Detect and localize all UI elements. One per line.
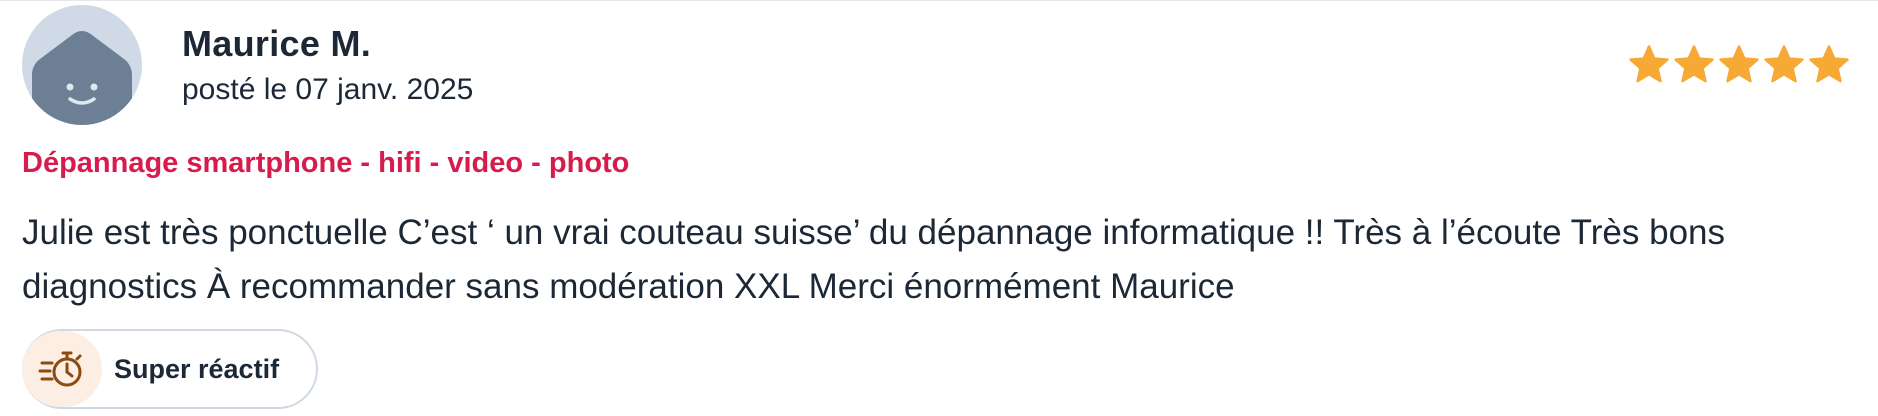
review-card: Maurice M. posté le 07 janv. 2025 Dépann… xyxy=(0,0,1878,416)
star-icon xyxy=(1718,43,1760,85)
star-icon xyxy=(1673,43,1715,85)
review-badge: Super réactif xyxy=(22,329,318,409)
post-date: posté le 07 janv. 2025 xyxy=(182,73,474,106)
avatar xyxy=(22,5,142,125)
author-name: Maurice M. xyxy=(182,23,372,64)
star-icon xyxy=(1628,43,1670,85)
rating-stars xyxy=(1628,43,1850,85)
avatar-house-face-icon xyxy=(32,31,132,125)
star-icon xyxy=(1763,43,1805,85)
stopwatch-icon xyxy=(38,351,82,387)
star-icon xyxy=(1808,43,1850,85)
badge-icon-container xyxy=(22,331,102,407)
review-text: Julie est très ponctuelle C’est ‘ un vra… xyxy=(22,213,1726,306)
service-title: Dépannage smartphone - hifi - video - ph… xyxy=(22,147,630,179)
badge-label: Super réactif xyxy=(114,353,280,384)
